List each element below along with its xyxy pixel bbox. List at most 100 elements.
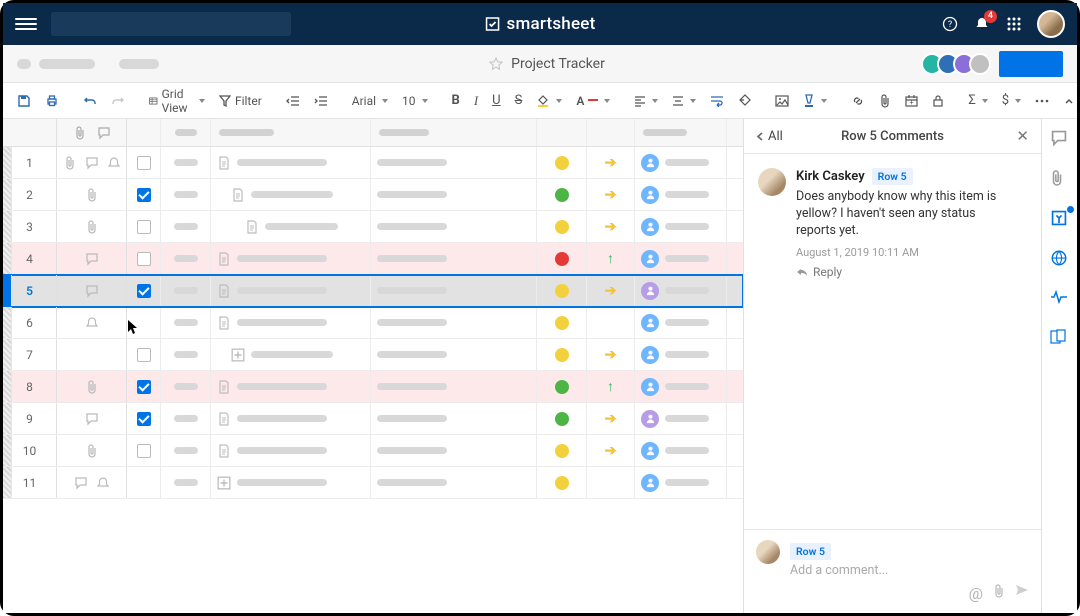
- grid-view-dropdown[interactable]: Grid View: [143, 88, 211, 114]
- checkbox[interactable]: [137, 188, 151, 202]
- row-number[interactable]: 10: [3, 435, 57, 466]
- row-indicators[interactable]: [57, 403, 127, 434]
- valign-icon[interactable]: [666, 88, 702, 114]
- assignee-avatar[interactable]: [641, 314, 659, 332]
- rail-summary-icon[interactable]: [1050, 329, 1070, 349]
- user-avatar[interactable]: [1037, 10, 1065, 38]
- table-row[interactable]: 4 ↑: [3, 243, 743, 275]
- rail-proof-icon[interactable]: [1050, 209, 1070, 229]
- assignee-avatar[interactable]: [641, 250, 659, 268]
- rail-activity-icon[interactable]: [1050, 289, 1070, 309]
- assignee-avatar[interactable]: [641, 282, 659, 300]
- row-indicators[interactable]: [57, 275, 127, 306]
- table-row[interactable]: 7 ➔: [3, 339, 743, 371]
- strike-icon[interactable]: S: [509, 88, 529, 114]
- attach-comment-icon[interactable]: [993, 584, 1005, 598]
- filter-button[interactable]: Filter: [213, 88, 268, 114]
- apps-icon[interactable]: [1005, 15, 1023, 33]
- assignee-avatar[interactable]: [641, 474, 659, 492]
- row-number[interactable]: 5: [3, 275, 57, 306]
- table-row[interactable]: 8 ↑: [3, 371, 743, 403]
- row-indicators[interactable]: [57, 211, 127, 242]
- notifications-icon[interactable]: 4: [973, 15, 991, 33]
- collaborators[interactable]: [927, 53, 991, 75]
- row-number[interactable]: 7: [3, 339, 57, 370]
- checkbox[interactable]: [137, 412, 151, 426]
- fontsize-dropdown[interactable]: 10: [396, 88, 434, 114]
- checkbox[interactable]: [137, 444, 151, 458]
- link-icon[interactable]: [845, 88, 871, 114]
- textcolor-icon[interactable]: A: [570, 88, 616, 114]
- all-comments-link[interactable]: All: [756, 129, 783, 144]
- table-row[interactable]: 11: [3, 467, 743, 499]
- highlight-icon[interactable]: [797, 88, 833, 114]
- rail-attachments-icon[interactable]: [1050, 169, 1070, 189]
- row-indicators[interactable]: [57, 435, 127, 466]
- assignee-avatar[interactable]: [641, 154, 659, 172]
- row-number[interactable]: 3: [3, 211, 57, 242]
- row-number[interactable]: 9: [3, 403, 57, 434]
- assignee-avatar[interactable]: [641, 346, 659, 364]
- row-indicators[interactable]: [57, 147, 127, 178]
- row-indicators[interactable]: [57, 243, 127, 274]
- comment-row-badge[interactable]: Row 5: [872, 168, 913, 185]
- row-number[interactable]: 8: [3, 371, 57, 402]
- row-number[interactable]: 6: [3, 307, 57, 338]
- checkbox[interactable]: [137, 348, 151, 362]
- table-row[interactable]: 3 ➔: [3, 211, 743, 243]
- currency-icon[interactable]: $: [996, 88, 1027, 114]
- favorite-icon[interactable]: [489, 57, 503, 71]
- wrap-icon[interactable]: [704, 88, 730, 114]
- print-icon[interactable]: [39, 88, 65, 114]
- table-row[interactable]: 9 ➔: [3, 403, 743, 435]
- close-panel-icon[interactable]: ✕: [1016, 127, 1029, 145]
- table-row[interactable]: 6: [3, 307, 743, 339]
- send-comment-icon[interactable]: [1015, 584, 1029, 596]
- format-painter-icon[interactable]: [732, 88, 757, 114]
- row-indicators[interactable]: [57, 467, 127, 498]
- row-indicators[interactable]: [57, 307, 127, 338]
- row-number[interactable]: 1: [3, 147, 57, 178]
- mention-icon[interactable]: @: [969, 584, 983, 603]
- assignee-avatar[interactable]: [641, 186, 659, 204]
- image-icon[interactable]: [769, 88, 795, 114]
- font-dropdown[interactable]: Arial: [346, 88, 394, 114]
- assignee-avatar[interactable]: [641, 442, 659, 460]
- checkbox[interactable]: [137, 252, 151, 266]
- remind-icon[interactable]: +: [899, 88, 924, 114]
- sheet-grid[interactable]: 1 ➔ 2 ➔ 3 ➔ 4 ↑: [3, 119, 743, 613]
- comment-input[interactable]: Add a comment...: [790, 563, 1029, 578]
- assignee-avatar[interactable]: [641, 410, 659, 428]
- help-icon[interactable]: ?: [941, 15, 959, 33]
- assignee-avatar[interactable]: [641, 378, 659, 396]
- checkbox[interactable]: [137, 284, 151, 298]
- indent-icon[interactable]: [308, 88, 334, 114]
- lock-icon[interactable]: [926, 88, 950, 114]
- undo-icon[interactable]: [77, 88, 103, 114]
- share-button[interactable]: [999, 51, 1063, 77]
- sum-icon[interactable]: Σ: [962, 88, 993, 114]
- more-icon[interactable]: [1029, 88, 1055, 114]
- search-input[interactable]: [51, 12, 291, 36]
- align-left-icon[interactable]: [628, 88, 664, 114]
- rail-comments-icon[interactable]: [1050, 129, 1070, 149]
- fillcolor-icon[interactable]: [530, 88, 568, 114]
- assignee-avatar[interactable]: [641, 218, 659, 236]
- collapse-toolbar-icon[interactable]: [1057, 88, 1080, 114]
- row-indicators[interactable]: [57, 371, 127, 402]
- menu-icon[interactable]: [15, 18, 37, 30]
- row-indicators[interactable]: [57, 339, 127, 370]
- attachment-icon[interactable]: [873, 88, 897, 114]
- row-number[interactable]: 11: [3, 467, 57, 498]
- bold-icon[interactable]: B: [446, 88, 466, 114]
- redo-icon[interactable]: [105, 88, 131, 114]
- italic-icon[interactable]: I: [468, 88, 484, 114]
- table-row[interactable]: 10 ➔: [3, 435, 743, 467]
- table-row[interactable]: 1 ➔: [3, 147, 743, 179]
- row-number[interactable]: 4: [3, 243, 57, 274]
- table-row[interactable]: 2 ➔: [3, 179, 743, 211]
- checkbox[interactable]: [137, 380, 151, 394]
- rail-publish-icon[interactable]: [1050, 249, 1070, 269]
- row-number[interactable]: 2: [3, 179, 57, 210]
- save-icon[interactable]: [11, 88, 37, 114]
